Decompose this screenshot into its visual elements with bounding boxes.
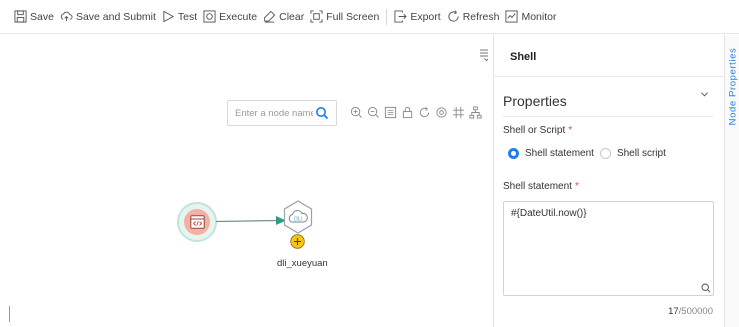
grid-icon[interactable]: [452, 106, 465, 119]
location-icon[interactable]: [435, 106, 448, 119]
chevron-down-icon[interactable]: [700, 90, 709, 99]
full-screen-button[interactable]: Full Screen: [310, 7, 379, 27]
dag-canvas[interactable]: [0, 35, 492, 327]
monitor-button[interactable]: Monitor: [505, 7, 556, 27]
execute-icon: [203, 10, 216, 23]
shell-or-script-text: Shell or Script: [503, 125, 566, 136]
shell-node[interactable]: [177, 202, 217, 242]
toolbar-divider: [386, 8, 388, 25]
save-button[interactable]: Save: [14, 7, 54, 27]
test-label: Test: [177, 10, 198, 23]
shell-script-radio[interactable]: [599, 148, 611, 159]
search-icon[interactable]: [315, 106, 329, 120]
collapse-panel-icon[interactable]: [479, 48, 489, 62]
save-and-submit-label: Save and Submit: [75, 10, 156, 23]
required-mark: *: [574, 181, 579, 192]
eraser-icon: [264, 10, 276, 23]
shell-statement-editor[interactable]: #{DateUtil.now()}: [503, 201, 714, 296]
shell-statement-option-label[interactable]: Shell statement: [525, 148, 594, 159]
section-divider: [503, 116, 713, 117]
save-and-submit-button[interactable]: Save and Submit: [60, 7, 156, 27]
export-button[interactable]: Export: [394, 7, 441, 27]
monitor-icon: [505, 10, 518, 23]
shell-statement-value: #{DateUtil.now()}: [511, 208, 587, 219]
clear-label: Clear: [279, 10, 305, 23]
panel-title: Shell: [510, 51, 537, 63]
monitor-label: Monitor: [521, 10, 557, 23]
refresh-icon: [448, 10, 459, 22]
properties-panel: Shell Properties Shell or Script * Shell …: [493, 35, 725, 327]
shell-statement-label: Shell statement *: [503, 181, 579, 192]
execute-button[interactable]: Execute: [203, 7, 257, 27]
fullscreen-icon: [310, 10, 323, 23]
tab-node-properties-label: Node Properties: [727, 47, 738, 125]
required-mark: *: [568, 125, 573, 136]
layout-icon[interactable]: [469, 106, 482, 119]
shell-or-script-label: Shell or Script *: [503, 125, 572, 136]
refresh-label: Refresh: [462, 10, 500, 23]
character-count: 17: [668, 306, 679, 317]
code-icon: [189, 215, 205, 229]
shell-statement-text: Shell statement: [503, 181, 572, 192]
canvas-edge-marker: [9, 306, 10, 322]
panel-divider: [494, 76, 725, 77]
lock-icon[interactable]: [401, 106, 414, 119]
rotate-icon[interactable]: [418, 106, 431, 119]
fit-icon[interactable]: [384, 106, 397, 119]
zoom-in-icon[interactable]: [350, 106, 363, 119]
save-icon: [14, 10, 27, 23]
properties-section-title[interactable]: Properties: [503, 93, 567, 109]
test-button[interactable]: Test: [162, 7, 197, 27]
cloud-upload-icon: [60, 11, 73, 22]
character-counter: 17/500000: [668, 306, 713, 317]
shell-statement-radio[interactable]: [508, 148, 519, 159]
execute-label: Execute: [219, 10, 258, 23]
refresh-button[interactable]: Refresh: [447, 7, 500, 27]
side-tab-strip: Node Properties: [724, 35, 739, 327]
dag-edge: [216, 216, 286, 225]
search-icon[interactable]: [701, 283, 711, 293]
add-icon[interactable]: [290, 234, 305, 249]
export-icon: [394, 10, 408, 23]
clear-button[interactable]: Clear: [263, 7, 304, 27]
dli-node[interactable]: DLI: [283, 200, 313, 234]
shell-script-option-label[interactable]: Shell script: [617, 148, 666, 159]
svg-text:DLI: DLI: [294, 217, 302, 223]
save-label: Save: [30, 10, 54, 23]
dli-node-label: dli_xueyuan: [277, 258, 328, 269]
shell-node-body: [184, 209, 210, 235]
toolbar: Save Save and Submit Test Execute Clear …: [0, 0, 739, 34]
shell-type-radio-group: Shell statement Shell script: [508, 148, 672, 159]
zoom-out-icon[interactable]: [367, 106, 380, 119]
tab-node-properties[interactable]: Node Properties: [726, 41, 739, 131]
canvas-toolbar: [350, 106, 486, 119]
node-search-input[interactable]: [235, 107, 313, 119]
full-screen-label: Full Screen: [326, 10, 380, 23]
character-max: /500000: [678, 306, 713, 317]
export-label: Export: [410, 10, 441, 23]
play-icon: [163, 10, 175, 23]
node-search-box: [227, 100, 337, 126]
